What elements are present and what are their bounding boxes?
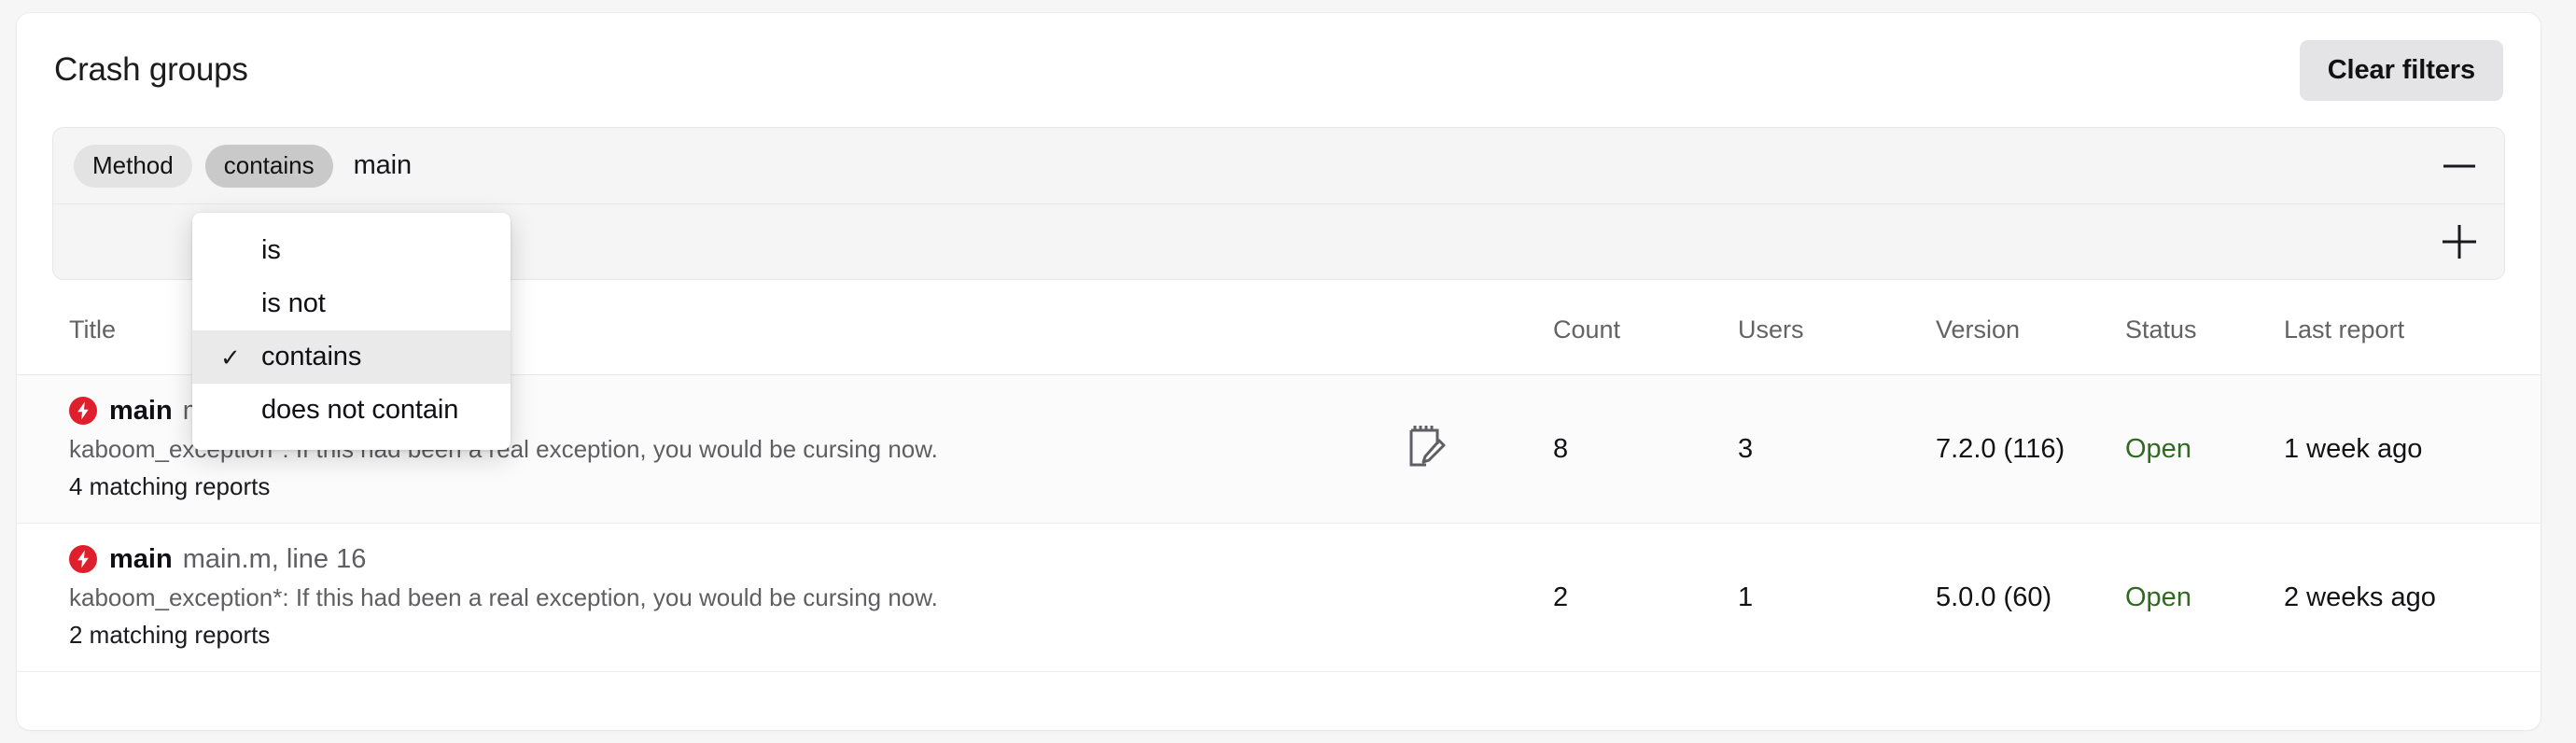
column-header-version[interactable]: Version xyxy=(1936,315,2125,344)
cell-note xyxy=(1404,424,1553,475)
filter-row-1: Method contains main xyxy=(53,128,2504,203)
cell-last-report: 2 weeks ago xyxy=(2284,582,2436,612)
card-header: Crash groups Clear filters xyxy=(17,13,2541,127)
dropdown-option-label: contains xyxy=(261,342,362,372)
status-badge[interactable]: Open xyxy=(2125,582,2284,613)
table-row[interactable]: main main.m, line 16 kaboom_exception*: … xyxy=(17,524,2541,672)
cell-count: 2 xyxy=(1553,582,1569,612)
status-badge[interactable]: Open xyxy=(2125,434,2284,465)
dropdown-option-contains[interactable]: ✓ contains xyxy=(192,330,511,384)
dropdown-option-does-not-contain[interactable]: does not contain xyxy=(192,384,511,437)
column-header-users[interactable]: Users xyxy=(1738,315,1936,344)
dropdown-option-label: is xyxy=(261,235,281,265)
filter-value-input[interactable]: main xyxy=(354,150,413,181)
filter-operator-pill[interactable]: contains xyxy=(204,144,333,188)
cell-title: main main.m, line 16 kaboom_exception*: … xyxy=(69,542,1404,653)
clear-filters-button[interactable]: Clear filters xyxy=(2299,39,2503,101)
checkmark-icon: ✓ xyxy=(220,343,241,372)
note-edit-icon[interactable] xyxy=(1404,424,1447,475)
crash-bolt-icon xyxy=(69,396,97,425)
cell-version: 7.2.0 (116) xyxy=(1936,433,2065,464)
add-filter-button[interactable] xyxy=(2431,214,2487,270)
crash-method-name: main xyxy=(109,395,173,426)
operator-dropdown-menu[interactable]: is is not ✓ contains does not contain xyxy=(192,213,511,450)
column-header-status[interactable]: Status xyxy=(2125,315,2284,344)
dropdown-option-is-not[interactable]: is not xyxy=(192,277,511,330)
dropdown-option-label: is not xyxy=(261,288,326,318)
column-header-count[interactable]: Count xyxy=(1553,315,1738,344)
cell-users: 1 xyxy=(1738,582,1754,612)
column-header-last-report[interactable]: Last report xyxy=(2284,315,2555,344)
crash-location: main.m, line 16 xyxy=(182,543,367,574)
cell-users: 3 xyxy=(1738,433,1754,464)
cell-count: 8 xyxy=(1553,433,1569,464)
dropdown-option-is[interactable]: is xyxy=(192,224,511,277)
minus-icon xyxy=(2439,146,2480,187)
title-heading: main main.m, line 16 xyxy=(69,542,1404,576)
app-root: Crash groups Clear filters Method contai… xyxy=(0,0,2576,743)
remove-filter-button[interactable] xyxy=(2431,138,2487,194)
crash-method-name: main xyxy=(109,543,173,574)
cell-last-report: 1 week ago xyxy=(2284,433,2423,464)
plus-icon xyxy=(2438,220,2481,263)
crash-description: kaboom_exception*: If this had been a re… xyxy=(69,582,938,611)
cell-version: 5.0.0 (60) xyxy=(1936,582,2052,612)
matching-reports[interactable]: 2 matching reports xyxy=(69,618,1404,653)
dropdown-option-label: does not contain xyxy=(261,395,459,425)
page-title: Crash groups xyxy=(54,51,248,88)
crash-bolt-icon xyxy=(69,544,97,573)
matching-reports[interactable]: 4 matching reports xyxy=(69,470,1404,505)
filter-field-pill[interactable]: Method xyxy=(74,144,192,188)
